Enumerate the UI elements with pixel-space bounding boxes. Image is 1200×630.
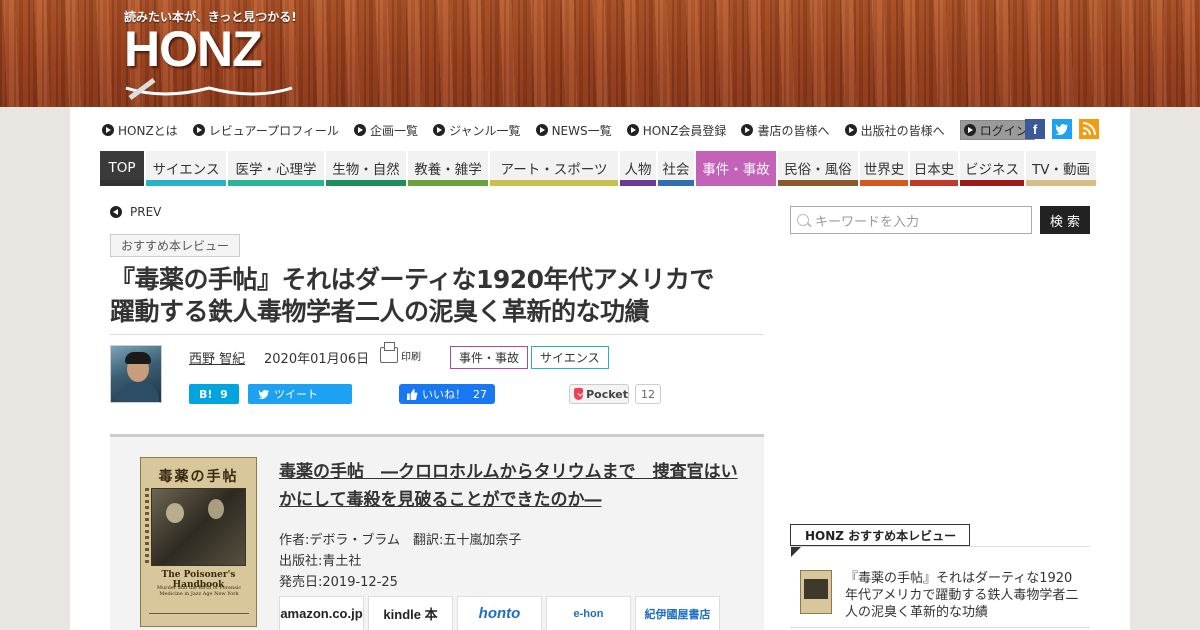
amazon-button[interactable]: amazon.co.jp — [279, 596, 364, 630]
tab-art-sports[interactable]: アート・スポーツ — [490, 151, 618, 186]
book-cover[interactable]: 毒薬の手帖 The Poisoner's Handbook Murder and… — [140, 457, 257, 627]
tab-biology-nature[interactable]: 生物・自然 — [326, 151, 406, 186]
tab-culture-trivia[interactable]: 教養・雑学 — [408, 151, 488, 186]
article-title-line2: 躍動する鉄人毒物学者二人の泥臭く革新的な功績 — [110, 297, 650, 326]
nav-item-reviewers[interactable]: レビュアープロフィール — [192, 120, 339, 140]
arrow-bullet-icon — [102, 124, 114, 136]
author-avatar[interactable] — [110, 345, 162, 403]
book-release-date: 発売日:2019-12-25 — [279, 575, 398, 590]
arrow-bullet-icon — [741, 124, 754, 136]
arrow-bullet-icon — [192, 124, 205, 136]
tab-incidents[interactable]: 事件・事故 — [696, 151, 776, 186]
arrow-left-icon — [110, 206, 122, 218]
pocket-count: 12 — [635, 384, 661, 404]
tweet-button[interactable]: ツイート — [248, 384, 352, 404]
cover-subtitle: Murder and the Birth of Forensic Medicin… — [156, 585, 242, 597]
book-title-link[interactable]: 毒薬の手帖 ―クロロホルムからタリウムまで 捜査官はいかにして毒殺を見破ることが… — [279, 458, 739, 514]
tab-japanese-history[interactable]: 日本史 — [910, 151, 958, 186]
article-title-line1: 『毒薬の手帖』それはダーティな1920年代アメリカで — [110, 265, 714, 294]
thumbs-up-icon — [407, 388, 418, 400]
search-button[interactable]: 検 索 — [1040, 206, 1090, 234]
nav-item-projects[interactable]: 企画一覧 — [353, 120, 418, 140]
tab-business[interactable]: ビジネス — [960, 151, 1024, 186]
like-count: 27 — [473, 387, 487, 401]
divider — [790, 627, 1090, 628]
arrow-bullet-icon — [535, 124, 548, 136]
kinokuniya-button[interactable]: 紀伊國屋書店 — [635, 596, 720, 630]
category-nav: TOP サイエンス 医学・心理学 生物・自然 教養・雑学 アート・スポーツ 人物… — [100, 151, 1100, 186]
article-category-tag[interactable]: おすすめ本レビュー — [110, 234, 241, 257]
tab-medicine-psychology[interactable]: 医学・心理学 — [228, 151, 324, 186]
arrow-bullet-icon — [353, 124, 366, 136]
arrow-bullet-icon — [963, 124, 976, 136]
book-author: 作者:デボラ・ブラム 翻訳:五十嵐加奈子 — [279, 533, 522, 548]
search-input[interactable]: キーワードを入力 — [790, 206, 1032, 234]
tag-science[interactable]: サイエンス — [531, 346, 609, 369]
login-button[interactable]: ログイン — [959, 120, 1035, 140]
search-icon — [797, 214, 809, 226]
arrow-bullet-icon — [844, 124, 857, 136]
cover-photo — [151, 488, 246, 566]
prev-link[interactable]: PREV — [110, 205, 161, 219]
nav-item-about[interactable]: HONZとは — [102, 120, 178, 140]
site-header: 読みたい本が、きっと見つかる! HONZ — [0, 0, 1200, 107]
publish-date: 2020年01月06日 — [264, 352, 370, 367]
tab-top[interactable]: TOP — [100, 151, 144, 186]
nav-item-news[interactable]: NEWS一覧 — [535, 120, 612, 140]
divider — [110, 334, 764, 335]
printer-icon — [380, 342, 398, 363]
tag-incidents[interactable]: 事件・事故 — [450, 346, 529, 369]
pocket-button[interactable]: Pocket — [569, 384, 629, 404]
cover-title: 毒薬の手帖 — [158, 469, 239, 485]
tab-folklore[interactable]: 民俗・風俗 — [778, 151, 858, 186]
hatena-icon: B! — [199, 387, 213, 401]
author-name[interactable]: 西野 智紀 — [189, 348, 245, 367]
tab-world-history[interactable]: 世界史 — [860, 151, 908, 186]
recommended-article-link[interactable]: 『毒薬の手帖』それはダーティな1920年代アメリカで躍動する鉄人毒物学者二人の泥… — [845, 570, 1085, 621]
tab-science[interactable]: サイエンス — [146, 151, 226, 186]
recommended-heading: HONZ おすすめ本レビュー — [790, 524, 970, 557]
print-button[interactable]: 印刷 — [380, 342, 421, 363]
tab-tv-video[interactable]: TV・動画 — [1026, 151, 1096, 186]
tab-society[interactable]: 社会 — [658, 151, 694, 186]
top-nav: HONZとは レビュアープロフィール 企画一覧 ジャンル一覧 NEWS一覧 HO… — [102, 120, 1045, 140]
kindle-button[interactable]: kindle 本 — [368, 596, 453, 630]
nav-item-bookstores[interactable]: 書店の皆様へ — [741, 120, 829, 140]
arrow-bullet-icon — [433, 124, 446, 136]
hatena-count: 9 — [220, 387, 228, 401]
nav-item-register[interactable]: HONZ会員登録 — [626, 120, 726, 140]
hatena-bookmark-button[interactable]: B! 9 — [189, 384, 239, 404]
nav-item-genres[interactable]: ジャンル一覧 — [433, 120, 520, 140]
rss-icon[interactable] — [1079, 119, 1099, 139]
ehon-button[interactable]: e-hon — [546, 596, 631, 630]
social-links: f — [1025, 119, 1099, 139]
facebook-like-button[interactable]: いいね！ 27 — [399, 384, 495, 404]
tab-people[interactable]: 人物 — [620, 151, 656, 186]
honto-button[interactable]: honto — [457, 596, 542, 630]
facebook-icon[interactable]: f — [1025, 119, 1045, 139]
twitter-bird-icon — [258, 389, 269, 399]
divider — [790, 546, 1090, 547]
article-title: 『毒薬の手帖』それはダーティな1920年代アメリカで 躍動する鉄人毒物学者二人の… — [110, 264, 770, 328]
book-publisher: 出版社:青土社 — [279, 554, 362, 569]
site-logo[interactable]: 読みたい本が、きっと見つかる! HONZ — [124, 8, 297, 100]
recommended-thumbnail[interactable] — [800, 570, 832, 614]
twitter-icon[interactable] — [1052, 119, 1072, 139]
pocket-icon — [574, 388, 584, 400]
arrow-bullet-icon — [626, 124, 639, 136]
nav-item-publishers[interactable]: 出版社の皆様へ — [844, 120, 945, 140]
magnifier-logo-icon — [125, 78, 293, 100]
